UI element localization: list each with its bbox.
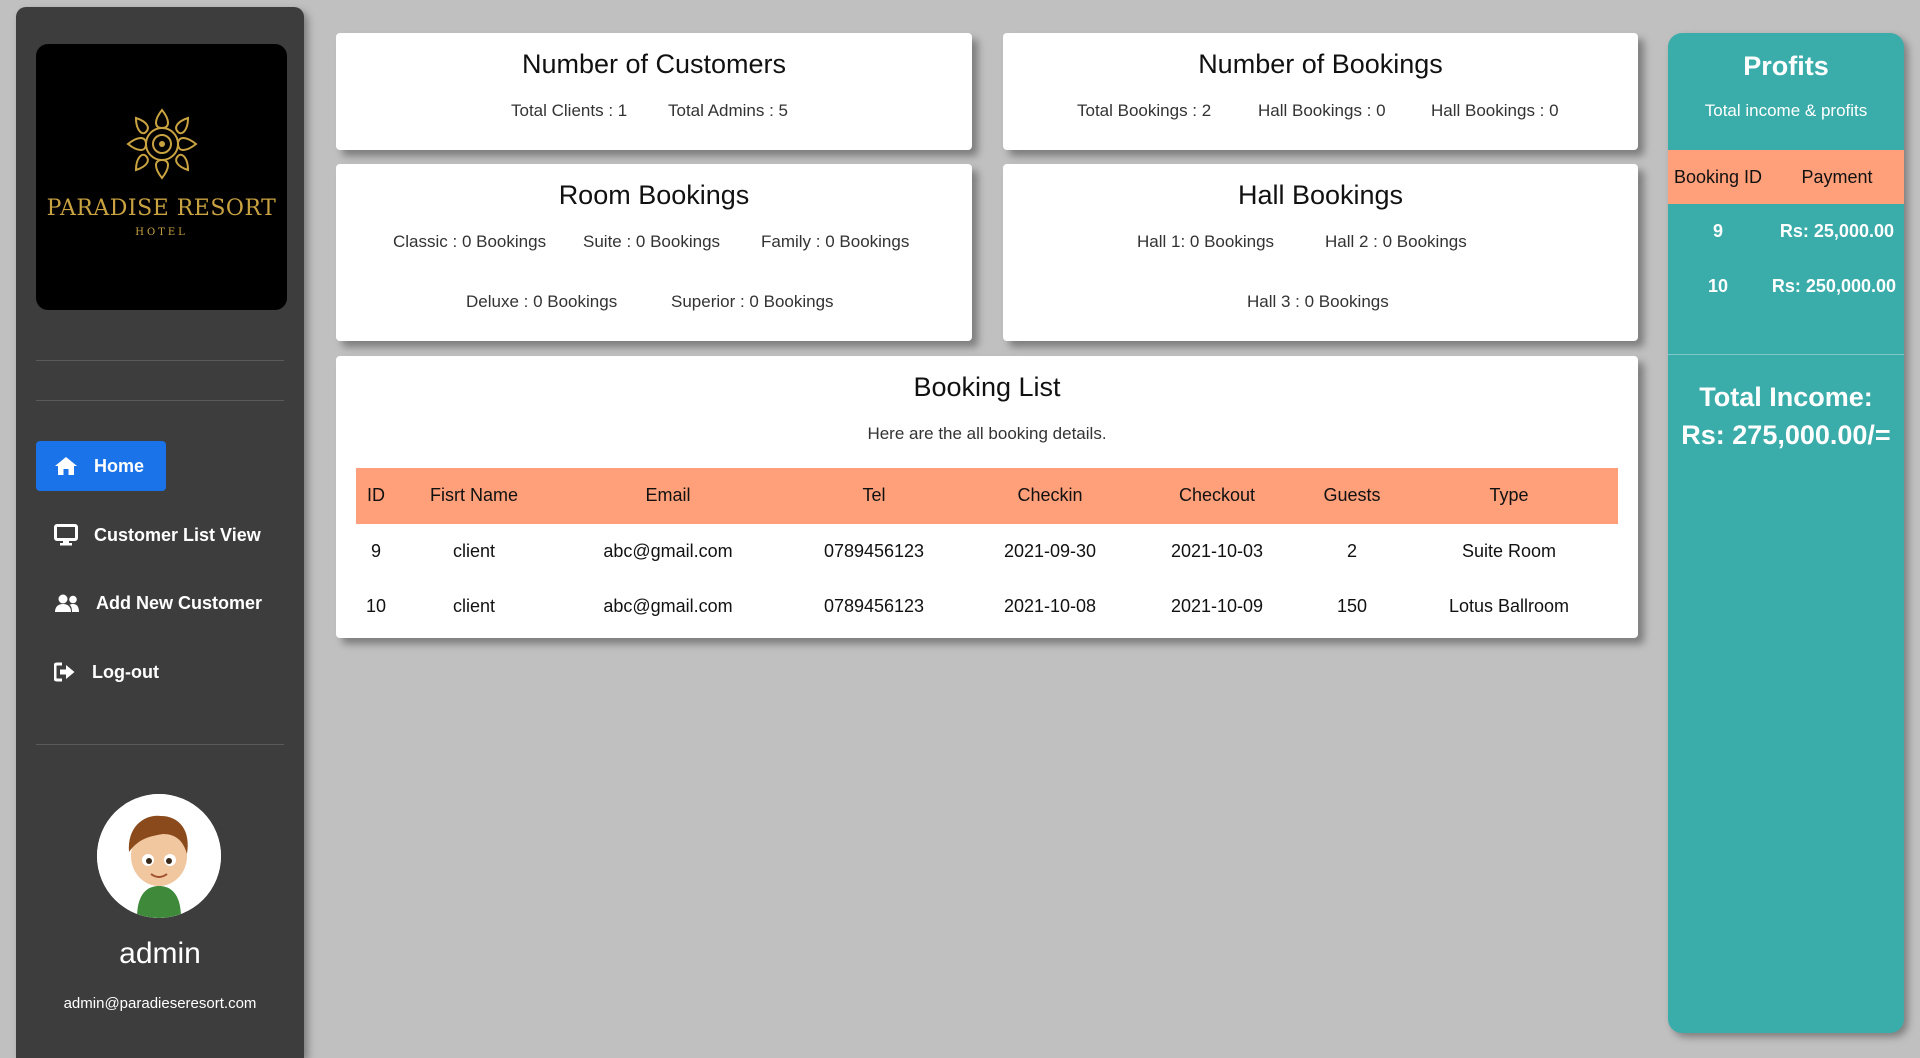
avatar[interactable] <box>97 794 221 918</box>
cell-id: 9 <box>370 541 382 561</box>
column-header: Checkout <box>1178 485 1256 505</box>
hall2-bookings: Hall 2 : 0 Bookings <box>1325 232 1467 251</box>
bookings-card: Number of Bookings Total Bookings : 2 Ha… <box>1003 33 1638 150</box>
column-header: Fisrt Name <box>429 485 519 505</box>
cell-checkout: 2021-10-09 <box>1170 596 1264 616</box>
users-icon <box>55 594 79 612</box>
cell-id: 10 <box>365 596 387 616</box>
profits-table-header: Booking ID Payment <box>1668 150 1904 204</box>
family-bookings: Family : 0 Bookings <box>761 232 910 251</box>
column-header: ID <box>367 485 385 505</box>
cell-tel: 0789456123 <box>823 596 925 616</box>
cell-tel: 0789456123 <box>823 541 925 561</box>
hall-bookings-card: Hall Bookings Hall 1: 0 Bookings Hall 2 … <box>1003 164 1638 341</box>
cell-booking-id: 9 <box>1712 221 1724 241</box>
cell-guests: 2 <box>1346 541 1358 561</box>
home-icon <box>55 457 77 475</box>
card-title: Booking List <box>913 372 1061 402</box>
monitor-icon <box>54 524 78 546</box>
cell-checkin: 2021-10-08 <box>1003 596 1097 616</box>
nav-logout[interactable]: Log-out <box>36 647 177 697</box>
cell-booking-id: 10 <box>1707 276 1729 296</box>
nav-add-customer-label: Add New Customer <box>96 592 263 613</box>
user-name: admin <box>119 937 201 970</box>
total-bookings: Total Bookings : 2 <box>1077 101 1212 120</box>
cell-first-name: client <box>452 596 496 616</box>
classic-bookings: Classic : 0 Bookings <box>393 232 547 251</box>
column-header: Type <box>1489 485 1529 505</box>
card-title: Room Bookings <box>558 180 750 210</box>
sidebar: PARADISE RESORT HOTEL Home Customer List… <box>16 7 304 1058</box>
nav-home-label: Home <box>94 455 145 476</box>
hall3-bookings: Hall 3 : 0 Bookings <box>1247 292 1389 311</box>
card-title: Number of Bookings <box>1198 49 1443 79</box>
customers-card: Number of Customers Total Clients : 1 To… <box>336 33 972 150</box>
column-header: Tel <box>862 485 886 505</box>
cell-type: Lotus Ballroom <box>1448 596 1570 616</box>
column-header: Booking ID <box>1673 167 1763 187</box>
suite-bookings: Suite : 0 Bookings <box>583 232 721 251</box>
resort-logo[interactable]: PARADISE RESORT HOTEL <box>36 44 287 310</box>
booking-list-subtitle: Here are the all booking details. <box>867 424 1107 443</box>
total-income-label: Total Income: <box>1699 382 1873 412</box>
cell-payment: Rs: 25,000.00 <box>1779 221 1894 241</box>
card-title: Hall Bookings <box>1237 180 1404 210</box>
profits-panel: Profits Total income & profits Booking I… <box>1668 33 1904 1033</box>
table-header: ID Fisrt Name Email Tel Checkin Checkout… <box>356 468 1618 524</box>
ornament-icon <box>125 108 198 180</box>
avatar-image <box>97 794 221 918</box>
cell-email: abc@gmail.com <box>603 596 733 616</box>
divider <box>36 400 284 401</box>
hall-bookings-count: Hall Bookings : 0 <box>1431 101 1559 120</box>
deluxe-bookings: Deluxe : 0 Bookings <box>466 292 618 311</box>
total-income: Total Income: Rs: 275,000.00/= <box>1668 378 1904 454</box>
hall1-bookings: Hall 1: 0 Bookings <box>1137 232 1275 251</box>
logo-subtitle: HOTEL <box>135 227 188 238</box>
column-header: Checkin <box>1017 485 1083 505</box>
profits-subtitle: Total income & profits <box>1704 101 1868 120</box>
logout-icon <box>54 662 75 682</box>
logo-name: PARADISE RESORT <box>46 196 277 221</box>
column-header: Email <box>645 485 691 505</box>
total-admins: Total Admins : 5 <box>668 101 789 120</box>
total-income-value: Rs: 275,000.00/= <box>1681 420 1891 450</box>
cell-checkout: 2021-10-03 <box>1170 541 1264 561</box>
profits-title: Profits <box>1743 51 1829 81</box>
nav-add-new-customer[interactable]: Add New Customer <box>36 578 280 628</box>
booking-list-card: Booking List Here are the all booking de… <box>336 356 1638 638</box>
hall-bookings-count: Hall Bookings : 0 <box>1258 101 1386 120</box>
cell-checkin: 2021-09-30 <box>1003 541 1097 561</box>
cell-email: abc@gmail.com <box>603 541 733 561</box>
cell-payment: Rs: 250,000.00 <box>1771 276 1896 296</box>
nav-logout-label: Log-out <box>92 661 159 682</box>
nav-customer-list-label: Customer List View <box>94 524 261 545</box>
room-bookings-card: Room Bookings Classic : 0 Bookings Suite… <box>336 164 972 341</box>
total-clients: Total Clients : 1 <box>511 101 628 120</box>
column-header: Guests <box>1323 485 1381 505</box>
superior-bookings: Superior : 0 Bookings <box>671 292 834 311</box>
divider <box>1668 354 1904 355</box>
card-title: Number of Customers <box>521 49 787 79</box>
cell-first-name: client <box>452 541 496 561</box>
nav-home[interactable]: Home <box>36 441 166 491</box>
divider <box>36 360 284 361</box>
cell-guests: 150 <box>1336 596 1368 616</box>
column-header: Payment <box>1801 167 1873 187</box>
nav-customer-list-view[interactable]: Customer List View <box>36 510 279 560</box>
user-email: admin@paradieseresort.com <box>63 995 257 1012</box>
cell-type: Suite Room <box>1461 541 1557 561</box>
divider <box>36 744 284 745</box>
